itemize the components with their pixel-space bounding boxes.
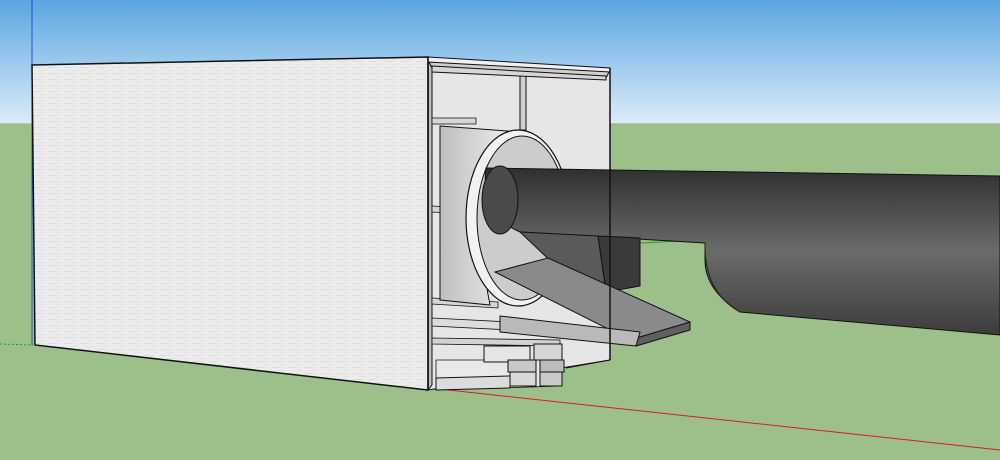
scene-canvas[interactable] — [0, 0, 1000, 460]
modeling-viewport[interactable] — [0, 0, 1000, 460]
